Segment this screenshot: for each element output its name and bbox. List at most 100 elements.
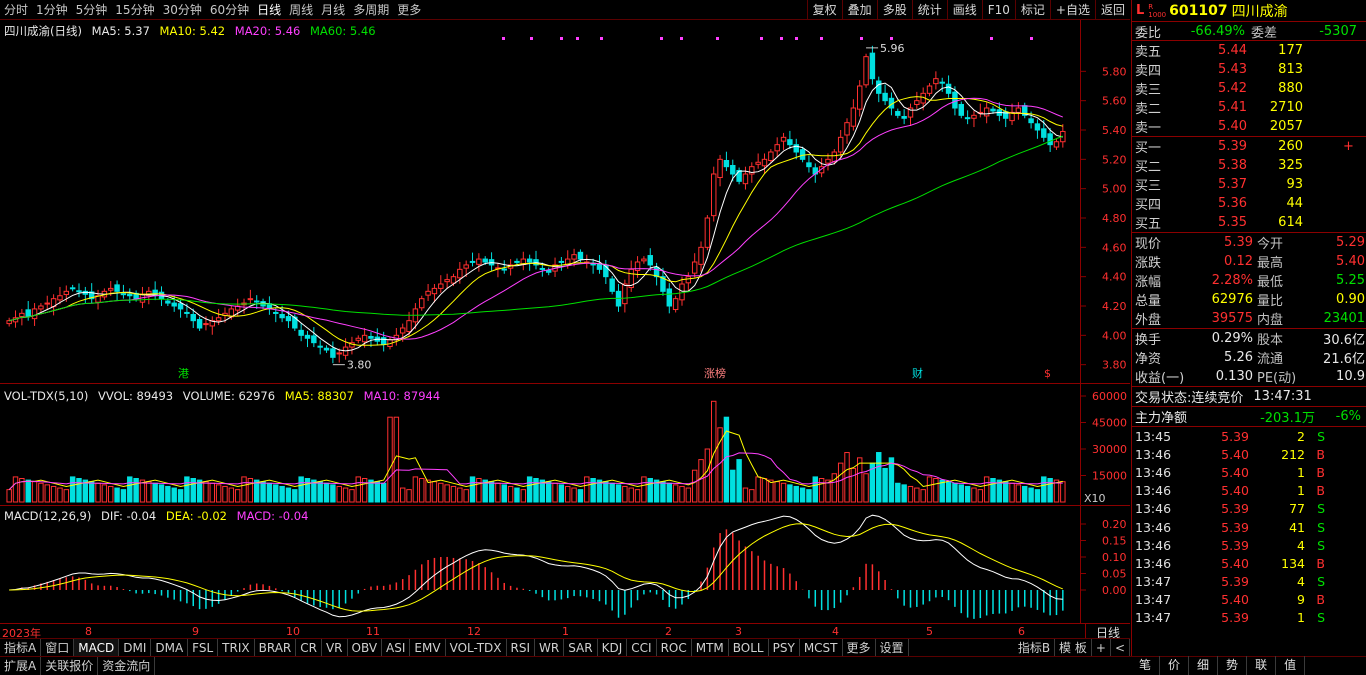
indicator-tab[interactable]: DMA [151,639,189,656]
indicator-right-tab[interactable]: 指标B [1014,639,1056,656]
indicator-tab[interactable]: RSI [507,639,536,656]
indicator-right-tab[interactable]: + [1092,639,1111,656]
period-tab[interactable]: 30分钟 [159,0,206,20]
tool-button[interactable]: 叠加 [841,0,877,20]
quote-tab[interactable]: 势 [1218,656,1248,675]
indicator-tab[interactable]: BOLL [729,639,769,656]
status-tab[interactable]: 扩展A [0,657,42,675]
volume-bar [152,482,158,503]
tool-button[interactable]: 画线 [946,0,982,20]
indicator-tab[interactable]: VR [322,639,348,656]
indicator-tab[interactable]: KDJ [598,639,628,656]
volume-chart[interactable]: 60000 45000 30000 15000 X10 [0,384,1130,505]
volume-bar [44,484,50,503]
period-tab[interactable]: 多周期 [349,0,393,20]
volume-bar [215,484,222,503]
indicator-tab[interactable]: VOL-TDX [446,639,507,656]
vol-y-tick-label: 45000 [1092,417,1127,430]
volume-bar [431,481,438,503]
quote-tab[interactable]: 值 [1276,656,1306,675]
quote-tab[interactable]: 笔 [1131,656,1161,675]
volume-bar [88,481,95,503]
y-tick-label: 5.60 [1102,95,1127,108]
candle-body [958,103,964,116]
macd-chart[interactable]: 0.20 0.15 0.10 0.05 0.00 [0,506,1130,623]
stat-value: 10.9 [1336,369,1365,384]
indicator-tab[interactable]: PSY [769,639,800,656]
indicator-tab[interactable]: MTM [692,639,729,656]
stat-label: 外盘 [1135,313,1162,328]
indicator-tab[interactable]: EMV [410,639,446,656]
candle-body [844,122,850,136]
tick-row: 13:47 5.39 4 S [1132,573,1366,591]
period-tab[interactable]: 更多 [393,0,425,20]
indicator-tab[interactable]: 指标A [0,639,42,656]
indicator-tab[interactable]: OBV [348,639,383,656]
indicator-tab[interactable]: DMI [119,639,152,656]
tool-button[interactable]: 复权 [806,0,842,20]
period-tab[interactable]: 分时 [0,0,32,20]
candle-body [647,255,653,266]
book-level: 买五 5.35 614 [1132,213,1366,232]
indicator-tab[interactable]: BRAR [255,639,297,656]
indicator-tab[interactable]: ROC [657,639,692,656]
tick-side: B [1316,555,1325,571]
candle-body [641,258,647,262]
volume-bar [323,482,330,503]
chart-tools: 复权 叠加 多股 统计 画线 F10 标记 +自选 返回 [806,0,1130,20]
tick-list[interactable]: 13:45 5.39 2 S 13:46 5.40 212 B 13:46 5.40 1 B 13:46… [1132,427,1366,627]
signal-dot [502,37,505,40]
indicator-tab[interactable]: MACD [74,639,120,656]
level-label: 卖五 [1135,45,1162,60]
level-price: 5.40 [1218,119,1247,134]
candle-body [698,246,704,265]
status-tab[interactable]: 关联报价 [41,657,99,675]
volume-bar [425,479,431,503]
period-tab[interactable]: 日线 [253,0,285,20]
period-tab[interactable]: 15分钟 [111,0,158,20]
stat-value: 5.29 [1336,235,1365,250]
main-flow-row[interactable]: 主力净额 -203.1万 -6% [1132,407,1366,426]
indicator-tab[interactable]: MCST [800,639,843,656]
volume-bar [666,482,673,503]
candle-body [787,139,793,146]
tool-button[interactable]: 返回 [1094,0,1130,20]
period-tab[interactable]: 月线 [317,0,349,20]
candlestick-chart[interactable]: 5.80 5.60 5.40 5.20 5.00 4.80 4.60 4.40 4.20 4.00… [0,20,1130,383]
tool-button[interactable]: 多股 [876,0,912,20]
quote-tab[interactable]: 价 [1160,656,1190,675]
tool-button[interactable]: F10 [981,0,1015,20]
indicator-right-tab[interactable]: < [1111,639,1130,656]
indicator-tab[interactable]: CCI [627,639,657,656]
indicator-tab[interactable]: ASI [382,639,411,656]
period-tab[interactable]: 5分钟 [72,0,112,20]
indicator-tab[interactable]: WR [535,639,565,656]
stat-value: 0.29% [1211,331,1253,346]
indicator-tab[interactable]: 更多 [843,639,876,656]
indicator-tab[interactable]: 设置 [876,639,909,656]
status-tab[interactable]: 资金流向 [98,657,156,675]
volume-bar [914,487,920,503]
candle-body [539,267,546,270]
period-tab[interactable]: 周线 [285,0,317,20]
indicator-tab[interactable]: SAR [564,639,598,656]
period-tab[interactable]: 60分钟 [206,0,253,20]
tool-button[interactable]: +自选 [1049,0,1095,20]
y-tick-label: 3.80 [1102,359,1127,372]
tool-button[interactable]: 统计 [911,0,947,20]
period-tab[interactable]: 1分钟 [32,0,72,20]
candle-body [717,158,723,179]
indicator-tab[interactable]: TRIX [218,639,255,656]
stat-row: 总量 62976 量比 0.90 [1132,290,1366,309]
quote-tab[interactable]: 细 [1189,656,1219,675]
indicator-right-tab[interactable]: 模 板 [1055,639,1092,656]
indicator-tab[interactable]: FSL [188,639,219,656]
candle-body [514,260,520,263]
date-label: 8 [85,625,92,638]
indicator-tab[interactable]: 窗口 [41,639,75,656]
quote-tab[interactable]: 联 [1247,656,1277,675]
volume-bar [723,416,730,503]
volume-bar [292,489,298,503]
tool-button[interactable]: 标记 [1014,0,1050,20]
indicator-tab[interactable]: CR [296,639,322,656]
